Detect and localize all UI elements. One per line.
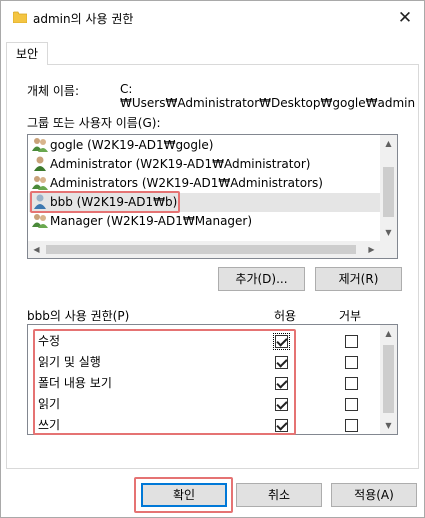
permissions-label: bbb의 사용 권한(P) <box>27 309 130 323</box>
groups-horizontal-scrollbar[interactable]: ◀ ▶ <box>28 241 397 258</box>
add-button[interactable]: 추가(D)... <box>218 267 305 291</box>
permission-name: 수정 <box>38 334 61 348</box>
deny-checkbox[interactable] <box>345 335 358 348</box>
allow-checkbox[interactable] <box>275 398 288 411</box>
deny-checkbox[interactable] <box>345 398 358 411</box>
deny-column-header: 거부 <box>339 309 362 323</box>
groups-listbox[interactable]: gogle (W2K19-AD1₩gogle) Administrator (W… <box>27 134 398 259</box>
security-tab-panel: 개체 이름: C:₩Users₩Administrator₩Desktop₩go… <box>6 64 419 469</box>
deny-checkbox[interactable] <box>345 419 358 432</box>
scroll-down-icon[interactable]: ▼ <box>380 417 397 434</box>
allow-checkbox[interactable] <box>275 377 288 390</box>
allow-checkbox[interactable] <box>275 419 288 432</box>
allow-checkbox[interactable] <box>275 356 288 369</box>
list-item-selected[interactable]: bbb (W2K19-AD1₩b) <box>29 193 381 212</box>
deny-checkbox[interactable] <box>345 377 358 390</box>
groups-label: 그룹 또는 사용자 이름(G): <box>27 116 161 130</box>
scrollbar-thumb[interactable] <box>383 167 394 217</box>
groups-vertical-scrollbar[interactable]: ▲ ▼ <box>380 135 397 241</box>
permission-name: 읽기 <box>38 397 61 411</box>
user-icon <box>34 156 46 171</box>
object-name-label: 개체 이름: <box>27 84 80 98</box>
scroll-down-icon[interactable]: ▼ <box>380 224 397 241</box>
tab-security[interactable]: 보안 <box>6 42 48 65</box>
user-icon <box>34 194 46 209</box>
scroll-up-icon[interactable]: ▲ <box>380 325 397 342</box>
list-item-label: Manager (W2K19-AD1₩Manager) <box>50 214 253 228</box>
scroll-up-icon[interactable]: ▲ <box>380 135 397 152</box>
folder-icon <box>13 11 27 23</box>
deny-checkbox[interactable] <box>345 356 358 369</box>
permission-row: 수정 <box>38 331 397 351</box>
object-name-value: C:₩Users₩Administrator₩Desktop₩gogle₩adm… <box>120 82 416 110</box>
permissions-vertical-scrollbar[interactable]: ▲ ▼ <box>380 325 397 434</box>
scroll-right-icon[interactable]: ▶ <box>363 241 380 258</box>
list-item[interactable]: Manager (W2K19-AD1₩Manager) <box>32 212 252 231</box>
list-item[interactable]: gogle (W2K19-AD1₩gogle) <box>32 136 213 155</box>
title-bar: admin의 사용 권한 ✕ <box>1 1 424 35</box>
close-button[interactable]: ✕ <box>392 5 418 31</box>
list-item-label: gogle (W2K19-AD1₩gogle) <box>50 138 214 152</box>
scrollbar-thumb[interactable] <box>383 345 394 413</box>
permission-row: 읽기 <box>38 394 397 414</box>
list-item-label: Administrator (W2K19-AD1₩Administrator) <box>50 157 311 171</box>
apply-button[interactable]: 적용(A) <box>331 483 417 507</box>
group-users-icon <box>32 176 48 190</box>
permission-name: 쓰기 <box>38 418 61 432</box>
remove-button[interactable]: 제거(R) <box>315 267 402 291</box>
cancel-button[interactable]: 취소 <box>236 483 322 507</box>
permission-row: 폴더 내용 보기 <box>38 373 397 393</box>
list-item-label: Administrators (W2K19-AD1₩Administrators… <box>50 176 323 190</box>
allow-checkbox[interactable] <box>273 333 290 350</box>
list-item[interactable]: Administrator (W2K19-AD1₩Administrator) <box>32 155 310 174</box>
allow-column-header: 허용 <box>274 309 297 323</box>
permission-row: 읽기 및 실행 <box>38 352 397 372</box>
permissions-dialog: admin의 사용 권한 ✕ 보안 개체 이름: C:₩Users₩Admini… <box>0 0 425 518</box>
permission-row: 쓰기 <box>38 415 397 434</box>
scrollbar-thumb[interactable] <box>46 245 356 254</box>
scroll-left-icon[interactable]: ◀ <box>28 241 45 258</box>
ok-button[interactable]: 확인 <box>141 483 227 507</box>
list-item-label: bbb (W2K19-AD1₩b) <box>50 195 178 209</box>
group-users-icon <box>32 138 48 152</box>
window-title: admin의 사용 권한 <box>33 12 134 26</box>
permission-name: 읽기 및 실행 <box>38 355 101 369</box>
list-item[interactable]: Administrators (W2K19-AD1₩Administrators… <box>32 174 323 193</box>
permission-name: 폴더 내용 보기 <box>38 376 112 390</box>
group-users-icon <box>32 214 48 228</box>
permissions-listbox: 수정 읽기 및 실행 폴더 내용 보기 읽기 쓰기 ▲ ▼ <box>27 324 398 435</box>
